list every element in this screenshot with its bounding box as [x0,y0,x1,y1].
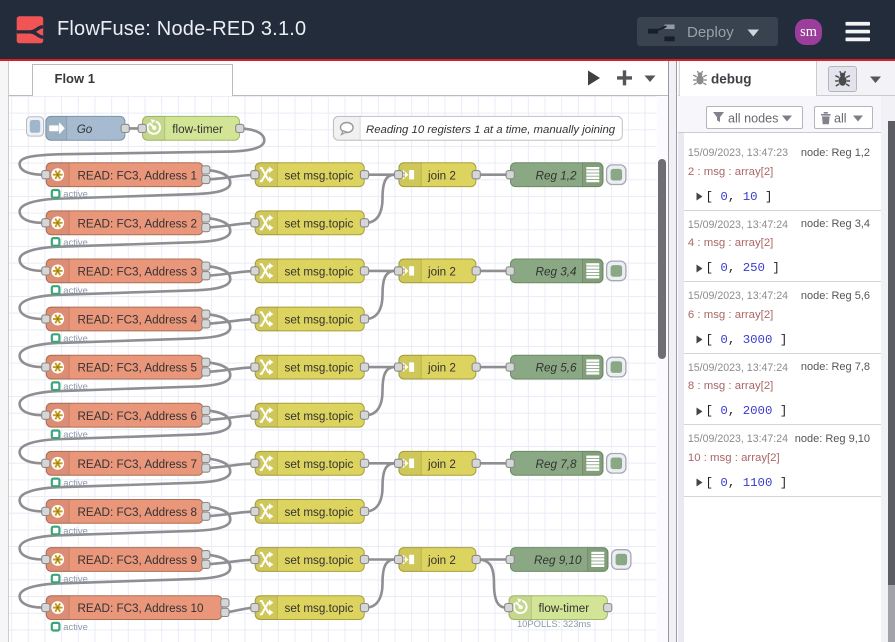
svg-text:active: active [63,284,87,295]
svg-text:active: active [63,332,87,343]
svg-text:join 2: join 2 [427,361,456,374]
svg-text:READ: FC3, Address 4: READ: FC3, Address 4 [78,313,198,326]
svg-text:READ: FC3, Address 6: READ: FC3, Address 6 [78,409,198,422]
svg-text:set msg.topic: set msg.topic [284,554,353,567]
svg-text:10POLLS: 323ms: 10POLLS: 323ms [517,618,591,629]
svg-text:set msg.topic: set msg.topic [284,217,353,230]
svg-text:set msg.topic: set msg.topic [284,457,353,470]
svg-text:flow-timer: flow-timer [538,602,589,615]
svg-text:join 2: join 2 [427,265,456,278]
svg-text:Go: Go [77,122,93,135]
svg-text:active: active [63,621,87,632]
svg-text:set msg.topic: set msg.topic [284,313,353,326]
svg-text:join 2: join 2 [427,554,456,567]
svg-text:active: active [63,573,87,584]
svg-text:READ: FC3, Address 9: READ: FC3, Address 9 [78,554,198,567]
svg-text:set msg.topic: set msg.topic [284,602,353,615]
svg-text:all nodes: all nodes [728,111,778,125]
svg-text:READ: FC3, Address 5: READ: FC3, Address 5 [78,361,198,374]
svg-text:join 2: join 2 [427,457,456,470]
svg-text:Reg 9,10: Reg 9,10 [534,554,582,567]
svg-text:join 2: join 2 [427,169,456,182]
svg-text:set msg.topic: set msg.topic [284,169,353,182]
svg-text:set msg.topic: set msg.topic [284,265,353,278]
svg-text:active: active [63,188,87,199]
svg-text:set msg.topic: set msg.topic [284,361,353,374]
svg-text:set msg.topic: set msg.topic [284,506,353,519]
svg-text:active: active [63,524,87,535]
svg-text:READ: FC3, Address 3: READ: FC3, Address 3 [78,265,198,278]
svg-text:set msg.topic: set msg.topic [284,409,353,422]
svg-text:READ: FC3, Address 10: READ: FC3, Address 10 [78,602,205,615]
svg-text:Reg 1,2: Reg 1,2 [536,169,577,182]
svg-text:all: all [834,111,847,125]
svg-text:Reading 10 registers 1 at a ti: Reading 10 registers 1 at a time, manual… [366,123,616,135]
svg-text:READ: FC3, Address 1: READ: FC3, Address 1 [78,169,198,182]
svg-text:READ: FC3, Address 7: READ: FC3, Address 7 [78,457,198,470]
svg-text:READ: FC3, Address 8: READ: FC3, Address 8 [78,506,198,519]
svg-text:Reg 7,8: Reg 7,8 [536,457,577,470]
svg-text:active: active [63,476,87,487]
svg-text:active: active [63,380,87,391]
svg-text:debug: debug [711,72,752,87]
svg-text:Reg 3,4: Reg 3,4 [536,265,577,278]
svg-text:READ: FC3, Address 2: READ: FC3, Address 2 [78,217,198,230]
svg-text:active: active [63,236,87,247]
svg-text:Reg 5,6: Reg 5,6 [536,361,577,374]
svg-text:flow-timer: flow-timer [172,122,223,135]
svg-text:active: active [63,428,87,439]
